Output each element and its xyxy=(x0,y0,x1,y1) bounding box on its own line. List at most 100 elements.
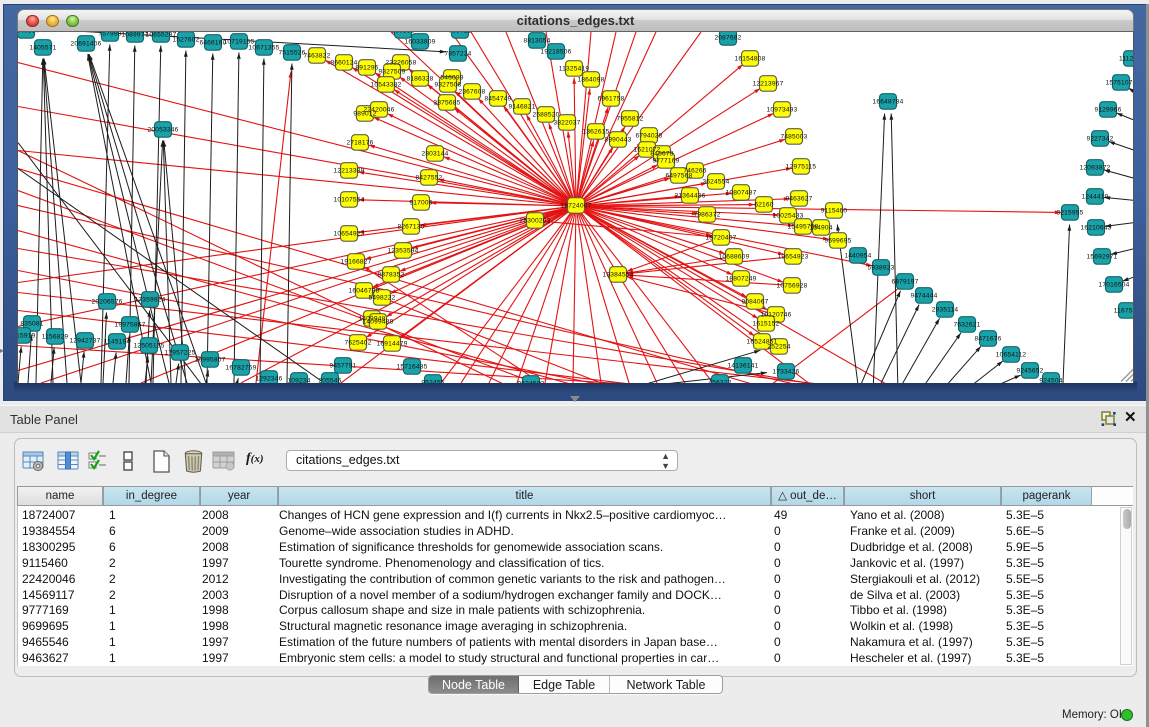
svg-text:25300203: 25300203 xyxy=(520,217,551,224)
svg-text:16782759: 16782759 xyxy=(226,364,257,371)
svg-text:2718176: 2718176 xyxy=(346,139,373,146)
svg-text:2087682: 2087682 xyxy=(714,34,741,41)
svg-text:10807487: 10807487 xyxy=(726,189,757,196)
svg-text:3915919: 3915919 xyxy=(18,332,36,339)
svg-text:1156829: 1156829 xyxy=(42,333,69,340)
svg-text:9474444: 9474444 xyxy=(910,292,937,299)
svg-text:1405571: 1405571 xyxy=(29,44,56,51)
svg-text:3624554: 3624554 xyxy=(702,178,729,185)
svg-text:7485003: 7485003 xyxy=(780,133,807,140)
svg-text:17016504: 17016504 xyxy=(1099,281,1130,288)
svg-text:16154808: 16154808 xyxy=(735,55,766,62)
svg-text:7463822: 7463822 xyxy=(303,52,330,59)
svg-text:1145194: 1145194 xyxy=(104,338,131,345)
svg-text:2935114: 2935114 xyxy=(932,306,959,313)
svg-text:3822037: 3822037 xyxy=(553,119,580,126)
svg-text:785722: 785722 xyxy=(448,32,471,35)
svg-text:15720407: 15720407 xyxy=(706,234,737,241)
svg-text:10654923: 10654923 xyxy=(334,230,365,237)
svg-text:1112733: 1112733 xyxy=(1119,55,1134,62)
svg-text:22420046: 22420046 xyxy=(364,106,395,113)
svg-text:9327509: 9327509 xyxy=(378,68,405,75)
svg-text:8878352: 8878352 xyxy=(377,271,404,278)
svg-text:19218506: 19218506 xyxy=(541,48,572,55)
svg-text:1733426: 1733426 xyxy=(772,368,799,375)
svg-text:9245652: 9245652 xyxy=(1016,367,1043,374)
svg-text:15751074: 15751074 xyxy=(1106,79,1134,86)
svg-text:12213967: 12213967 xyxy=(753,80,784,87)
svg-text:8990443: 8990443 xyxy=(604,136,631,143)
svg-text:6879197: 6879197 xyxy=(891,278,918,285)
svg-text:8660124: 8660124 xyxy=(330,59,357,66)
svg-text:9084067: 9084067 xyxy=(741,298,768,305)
svg-text:15692971: 15692971 xyxy=(1087,253,1118,260)
svg-text:952455: 952455 xyxy=(421,379,444,382)
svg-text:205546: 205546 xyxy=(318,377,341,382)
svg-text:7625402: 7625402 xyxy=(344,339,371,346)
svg-text:16210643: 16210643 xyxy=(1081,224,1112,231)
svg-text:8267130: 8267130 xyxy=(397,223,424,230)
svg-text:20691406: 20691406 xyxy=(71,40,102,47)
svg-text:9777169: 9777169 xyxy=(652,157,679,164)
svg-text:15716485: 15716485 xyxy=(397,363,428,370)
svg-text:10543382: 10543382 xyxy=(371,81,402,88)
svg-text:5938923: 5938923 xyxy=(867,264,894,271)
svg-text:3215955: 3215955 xyxy=(1056,209,1083,216)
svg-text:252254: 252254 xyxy=(767,343,790,350)
svg-text:16914479: 16914479 xyxy=(377,340,408,347)
svg-text:20206576: 20206576 xyxy=(92,298,123,305)
svg-text:10120746: 10120746 xyxy=(761,311,792,318)
svg-text:6961758: 6961758 xyxy=(597,95,624,102)
svg-text:8471676: 8471676 xyxy=(974,335,1001,342)
svg-text:9699695: 9699695 xyxy=(824,237,851,244)
svg-text:1362615: 1362615 xyxy=(582,128,609,135)
svg-text:17359924: 17359924 xyxy=(135,296,166,303)
svg-text:14136141: 14136141 xyxy=(728,362,759,369)
svg-text:7986372: 7986372 xyxy=(693,211,720,218)
svg-text:757998: 757998 xyxy=(98,32,121,38)
svg-text:7515526: 7515526 xyxy=(278,49,305,56)
svg-text:1292346: 1292346 xyxy=(255,375,282,382)
svg-text:1167533: 1167533 xyxy=(1114,307,1134,314)
svg-text:12093872: 12093872 xyxy=(1080,164,1111,171)
svg-text:924504: 924504 xyxy=(1039,377,1062,382)
svg-text:835081: 835081 xyxy=(20,320,43,327)
svg-text:9463627: 9463627 xyxy=(785,195,812,202)
svg-text:12975115: 12975115 xyxy=(786,163,817,170)
svg-text:17957225: 17957225 xyxy=(165,349,196,356)
svg-text:12505135: 12505135 xyxy=(134,342,165,349)
svg-text:10688609: 10688609 xyxy=(719,253,750,260)
svg-text:62160: 62160 xyxy=(754,201,773,208)
svg-text:16046798: 16046798 xyxy=(349,287,380,294)
svg-text:891295: 891295 xyxy=(355,64,378,71)
svg-text:19166827: 19166827 xyxy=(341,258,372,265)
svg-text:917006: 917006 xyxy=(409,199,432,206)
svg-text:1640557: 1640557 xyxy=(18,32,40,35)
svg-text:23226058: 23226058 xyxy=(386,59,417,66)
svg-text:2588520: 2588520 xyxy=(532,111,559,118)
svg-text:9115460: 9115460 xyxy=(821,207,848,214)
svg-text:21364436: 21364436 xyxy=(675,192,706,199)
svg-text:2367608: 2367608 xyxy=(458,88,485,95)
svg-text:18724007: 18724007 xyxy=(561,202,592,209)
svg-text:18807249: 18807249 xyxy=(726,275,757,282)
svg-text:19384554: 19384554 xyxy=(603,271,634,278)
svg-text:7955812: 7955812 xyxy=(616,115,643,122)
svg-text:20053346: 20053346 xyxy=(148,126,179,133)
svg-text:9457791: 9457791 xyxy=(329,362,356,369)
svg-text:10025433: 10025433 xyxy=(773,212,804,219)
svg-text:5498222: 5498222 xyxy=(368,294,395,301)
svg-text:2803144: 2803144 xyxy=(421,150,448,157)
svg-text:160338: 160338 xyxy=(391,32,414,35)
svg-text:12213389: 12213389 xyxy=(334,167,365,174)
svg-text:845678: 845678 xyxy=(650,150,673,157)
svg-text:7857224: 7857224 xyxy=(444,50,471,57)
svg-text:10973493: 10973493 xyxy=(767,106,798,113)
svg-text:16033809: 16033809 xyxy=(405,38,436,45)
svg-text:10107554: 10107554 xyxy=(334,196,365,203)
svg-text:8186328: 8186328 xyxy=(406,75,433,82)
svg-text:456322: 456322 xyxy=(708,379,731,382)
svg-text:8427552: 8427552 xyxy=(415,174,442,181)
svg-text:546099: 546099 xyxy=(440,74,463,81)
svg-text:8454749: 8454749 xyxy=(484,95,511,102)
